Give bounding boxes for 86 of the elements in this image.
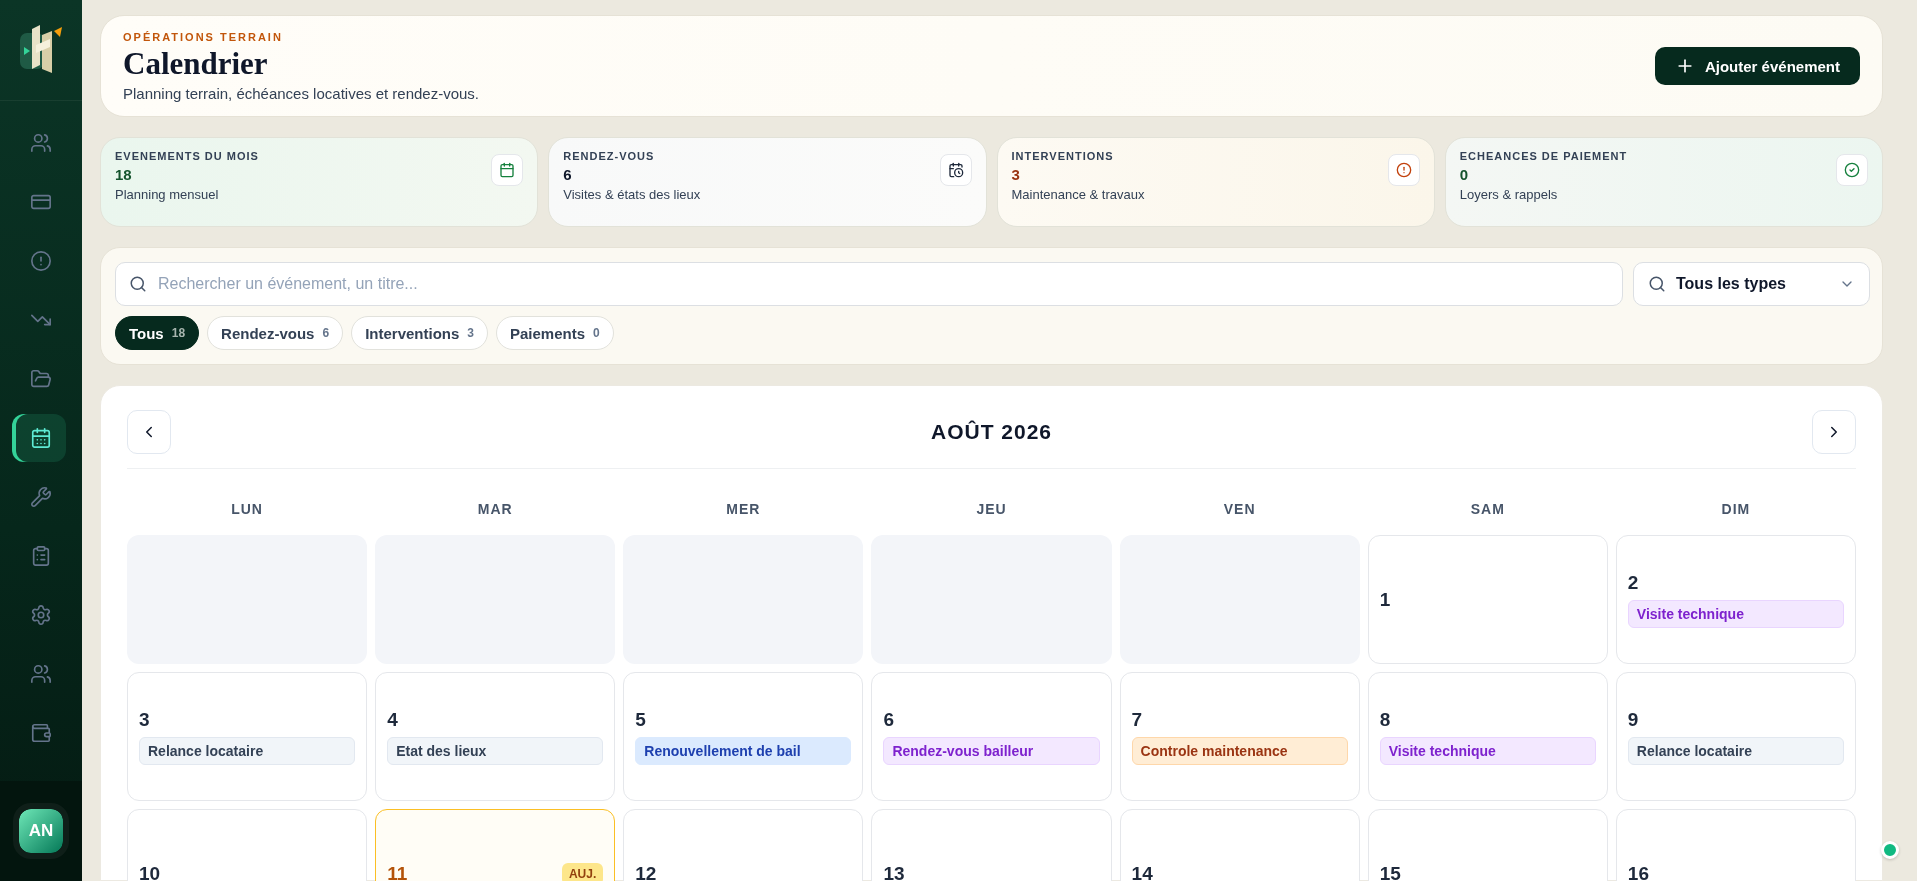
day-number: 16 (1627, 862, 1649, 881)
weekday-label: LUN (230, 501, 264, 517)
day-number: 10 (139, 862, 161, 881)
type-dropdown[interactable]: Tous les types (1633, 262, 1870, 306)
day-cell[interactable]: 11 AUJ. (375, 809, 616, 881)
stat-value: 6 (563, 166, 573, 183)
day-cell[interactable]: 2 Visite technique (1615, 535, 1856, 664)
alert-icon (30, 250, 52, 272)
stat-value: 0 (1459, 166, 1470, 183)
weekday-label: JEU (975, 501, 1008, 517)
day-number: 8 (1379, 708, 1391, 731)
day-number: 15 (1379, 862, 1401, 881)
day-cell[interactable]: 9 Relance locataire (1615, 672, 1856, 801)
today-badge: AUJ. (561, 862, 604, 881)
day-cell[interactable]: 16 (1615, 809, 1856, 881)
day-cell[interactable]: 4 Etat des lieux (375, 672, 616, 801)
search-icon (1648, 275, 1666, 293)
filter-chip[interactable]: Rendez-vous 6 (207, 316, 344, 350)
stat-value: 18 (115, 166, 133, 183)
page-subtitle: Planning terrain, échéances locatives et rendez-vous. (123, 84, 480, 102)
alert-icon (1387, 154, 1420, 186)
calendar-icon (491, 154, 524, 186)
people-icon (30, 132, 52, 154)
month-title: AOÛT 2026 (930, 420, 1052, 444)
day-number: 4 (387, 708, 398, 731)
search-field[interactable]: Rechercher un événement, un titre... (115, 262, 1623, 306)
day-number: 1 (1379, 588, 1391, 611)
calendar-icon (30, 427, 52, 449)
day-number: 11 (387, 862, 408, 881)
wallet-icon (30, 722, 52, 744)
day-cell[interactable]: 6 Rendez-vous bailleur (871, 672, 1112, 801)
day-cell[interactable]: 10 (127, 809, 368, 881)
event-tag[interactable]: Rendez-vous bailleur (883, 736, 1100, 765)
day-cell[interactable]: 7 Controle maintenance (1119, 672, 1360, 801)
search-icon (129, 275, 147, 293)
weekday-label: MER (725, 501, 762, 517)
clipboard-icon (30, 545, 52, 567)
stat-caption: Planning mensuel (115, 187, 220, 202)
weekday-label: DIM (1720, 501, 1752, 517)
calendar-clock-icon (939, 154, 972, 186)
event-tag[interactable]: Visite technique (1627, 599, 1844, 628)
day-number: 12 (635, 862, 657, 881)
filter-chip[interactable]: Interventions 3 (351, 316, 488, 350)
day-cell[interactable]: 5 Renouvellement de bail (623, 672, 864, 801)
day-cell[interactable]: 14 (1119, 809, 1360, 881)
event-tag[interactable]: Visite technique (1379, 736, 1596, 765)
event-tag[interactable]: Relance locataire (139, 736, 356, 765)
people-icon (30, 663, 52, 685)
day-cell[interactable]: 1 (1367, 535, 1608, 664)
stat-caption: Loyers & rappels (1459, 187, 1559, 202)
day-cell[interactable]: 13 (871, 809, 1112, 881)
stat-label: INTERVENTIONS (1011, 150, 1115, 162)
day-number: 7 (1131, 708, 1143, 731)
weekday-label: VEN (1222, 501, 1257, 517)
day-cell[interactable]: 15 (1367, 809, 1608, 881)
day-number: 9 (1627, 708, 1639, 731)
day-number: 14 (1131, 862, 1153, 881)
section-eyebrow: OPÉRATIONS TERRAIN (123, 30, 284, 43)
folder-icon (30, 368, 52, 390)
day-number: 3 (139, 708, 150, 731)
filter-chip[interactable]: Tous 18 (115, 316, 200, 350)
stat-label: EVENEMENTS DU MOIS (115, 150, 259, 162)
add-event-button[interactable]: Ajouter événement (1654, 47, 1860, 85)
stat-caption: Visites & états des lieux (563, 187, 701, 202)
day-number: 2 (1627, 571, 1639, 594)
event-tag[interactable]: Renouvellement de bail (635, 736, 852, 765)
weekday-label: MAR (476, 501, 514, 517)
settings-icon (30, 604, 52, 626)
day-number: 6 (883, 708, 894, 731)
day-cell[interactable]: 8 Visite technique (1367, 672, 1608, 801)
stat-label: ECHEANCES DE PAIEMENT (1459, 150, 1628, 162)
event-tag[interactable]: Controle maintenance (1131, 736, 1348, 765)
event-tag[interactable]: Etat des lieux (387, 736, 604, 765)
weekday-label: SAM (1469, 501, 1506, 517)
day-number: 13 (883, 862, 905, 881)
day-number: 5 (635, 708, 646, 731)
stat-caption: Maintenance & travaux (1011, 187, 1145, 202)
stat-value: 3 (1011, 166, 1021, 183)
stat-label: RENDEZ-VOUS (563, 150, 656, 162)
day-cell[interactable]: 3 Relance locataire (127, 672, 368, 801)
logo-icon (20, 25, 62, 75)
day-cell[interactable]: 12 (623, 809, 864, 881)
event-tag[interactable]: Relance locataire (1627, 736, 1844, 765)
page-title: Calendrier (123, 45, 269, 82)
filter-chip[interactable]: Paiements 0 (496, 316, 614, 350)
wrench-icon (30, 486, 52, 508)
